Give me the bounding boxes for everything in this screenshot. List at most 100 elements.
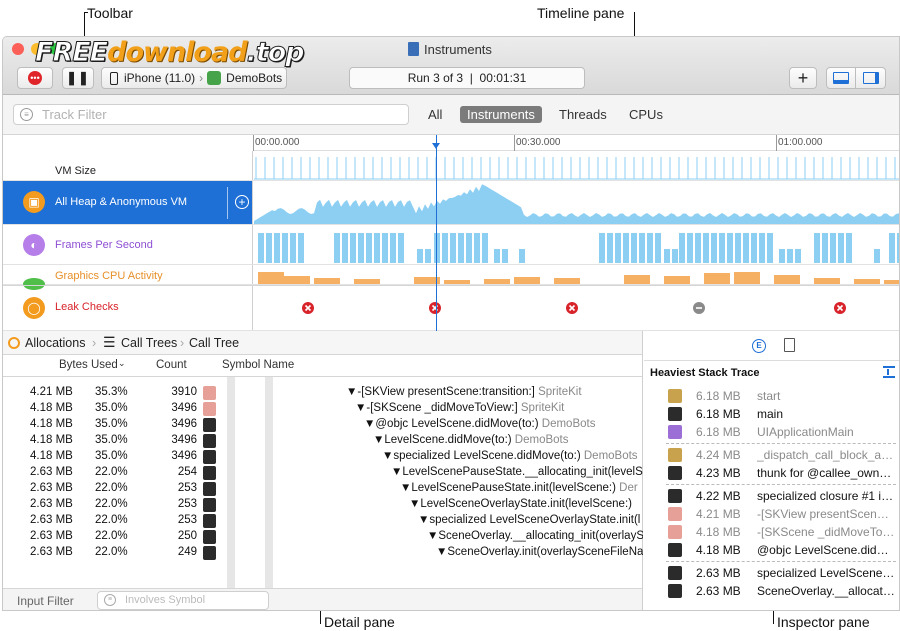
crumb-call-trees[interactable]: Call Trees [121,336,177,350]
leak-marker [302,302,314,314]
annotation-toolbar: Toolbar [87,5,133,21]
watermark-logo: FREEdownload.top [34,37,305,69]
user-code-icon [203,434,216,448]
add-track-icon[interactable]: + [235,195,249,209]
gpu-bar [704,273,730,284]
table-row[interactable]: 2.63 MB 22.0% 253 ▼LevelScenePauseState.ini… [3,481,642,497]
fps-bar [266,233,272,263]
table-row[interactable]: 2.63 MB 22.0% 254 ▼LevelScenePauseState.__a… [3,465,643,481]
fps-bar [450,233,456,263]
vm-size-graph [254,157,899,180]
cell-symbol: ▼-[SKScene _didMoveToView:] SpriteKit [355,402,565,414]
segment-instruments[interactable]: Instruments [460,106,542,123]
table-row[interactable]: 4.18 MB 35.0% 3496 ▼@objc LevelScene.didMov… [3,417,642,433]
gpu-bar [854,279,880,284]
fps-bar [767,233,773,263]
gpu-bar [734,272,760,284]
fps-bar [703,233,709,263]
allocations-crumb-icon [8,337,20,349]
crumb-call-tree[interactable]: Call Tree [189,336,239,350]
table-row[interactable]: 4.18 MB 35.0% 3496 ▼-[SKScene _didMoveToVie… [3,401,642,417]
fps-bar [494,249,500,263]
track-all-heap[interactable]: ▣ All Heap & Anonymous VM + [3,181,899,225]
add-instrument-button[interactable]: + [789,67,817,89]
stack-frame[interactable]: 4.24 MB _dispatch_call_block_a… [644,446,899,464]
target-device-selector[interactable]: iPhone (11.0) › DemoBots [101,67,287,89]
track-leaks[interactable]: ◯ Leak Checks [3,285,899,331]
document-icon[interactable] [784,338,795,352]
table-row[interactable]: 2.63 MB 22.0% 249 ▼SceneOverlay.init(overla… [3,545,643,561]
cell-library: DemoBots [514,434,569,446]
stack-frame[interactable]: 6.18 MB main [644,405,899,423]
leak-marker [834,302,846,314]
frame-name: -[SKScene _didMoveTo… [757,525,895,539]
ui-frame-icon [668,425,682,439]
stack-frame[interactable]: 4.18 MB @objc LevelScene.did… [644,541,899,559]
cell-percent: 22.0% [95,514,128,526]
column-bytes-used[interactable]: Bytes Used [59,359,118,371]
pause-button[interactable]: ❚❚ [62,67,94,89]
table-row[interactable]: 4.21 MB 35.3% 3910 ▼-[SKView presentScene:t… [3,385,642,401]
frame-name: SceneOverlay.__allocati… [757,584,897,598]
detail-pane: Allocations › ☰ Call Trees › Call Tree B… [3,331,643,610]
user-code-icon [203,418,216,432]
stack-frame[interactable]: 4.22 MB specialized closure #1 i… [644,487,899,505]
frame-size: 2.63 MB [696,566,741,580]
column-count[interactable]: Count [156,359,187,371]
cell-percent: 22.0% [95,498,128,510]
segment-threads[interactable]: Threads [552,106,614,123]
gpu-bar [258,272,284,284]
frame-size: 4.23 MB [696,466,741,480]
bottom-panel-icon [833,72,849,84]
stack-frame[interactable]: 4.21 MB -[SKView presentScen… [644,505,899,523]
collapse-icon[interactable] [883,366,895,378]
toggle-detail-button[interactable] [826,67,856,89]
table-row[interactable]: 2.63 MB 22.0% 253 ▼specialized LevelSceneOv… [3,513,642,529]
cell-symbol: ▼LevelSceneOverlayState.init(levelScene:… [409,498,632,510]
stack-frame[interactable]: 2.63 MB SceneOverlay.__allocati… [644,582,899,600]
fps-bar [482,233,488,263]
time-ruler[interactable]: 00:00.000 00:30.000 01:00.000 [253,135,899,151]
playhead[interactable] [432,135,440,331]
track-fps[interactable]: ◐ Frames Per Second [3,225,899,265]
table-row[interactable]: 2.63 MB 22.0% 253 ▼LevelSceneOverlayState.i… [3,497,642,513]
user-frame-icon [668,566,682,580]
gpu-bar [514,277,540,284]
stack-frame[interactable]: 4.18 MB -[SKScene _didMoveTo… [644,523,899,541]
involves-symbol-input[interactable]: ≡ Involves Symbol [97,591,269,610]
leak-graph [302,302,846,314]
extended-detail-icon[interactable]: E [752,339,766,353]
cell-library: SpriteKit [520,402,565,414]
track-filter-input[interactable]: ≡ Track Filter [13,104,409,125]
inspector-tabs: E [644,331,899,361]
stack-frame[interactable]: 4.23 MB thunk for @callee_own… [644,464,899,482]
table-header: Bytes Used ⌄ Count Symbol Name [3,355,642,377]
close-window-button[interactable] [12,43,24,55]
fps-bar [342,233,348,263]
stack-frame[interactable]: 6.18 MB start [644,387,899,405]
record-button[interactable]: ••• [17,67,53,89]
table-row[interactable]: 2.63 MB 22.0% 250 ▼SceneOverlay.__allocatin… [3,529,643,545]
gpu-bar [814,278,840,284]
segment-cpus[interactable]: CPUs [622,106,670,123]
leak-marker [429,302,441,314]
input-filter-button[interactable]: Input Filter [17,594,74,608]
fps-bar [442,233,448,263]
cell-library: SpriteKit [538,386,582,398]
crumb-allocations[interactable]: Allocations [25,336,85,350]
track-vm-size[interactable]: VM Size [3,151,899,181]
table-row[interactable]: 4.18 MB 35.0% 3496 ▼specialized LevelScene.… [3,449,642,465]
annotation-toolbar-tick [84,12,88,13]
window-title: Instruments [408,42,492,57]
toggle-inspector-button[interactable] [856,67,886,89]
table-row[interactable]: 4.18 MB 35.0% 3496 ▼LevelScene.didMove(to:)… [3,433,642,449]
stack-frame[interactable]: 2.63 MB specialized LevelScene… [644,564,899,582]
stack-frame[interactable]: 6.18 MB UIApplicationMain [644,423,899,441]
fps-bar [599,233,605,263]
segment-all[interactable]: All [421,106,449,123]
cell-library: DemoBots [583,450,638,462]
fps-bar [647,233,653,263]
track-gpu[interactable]: Graphics CPU Activity [3,265,899,290]
fps-bar [672,249,678,263]
column-symbol-name[interactable]: Symbol Name [222,359,294,371]
